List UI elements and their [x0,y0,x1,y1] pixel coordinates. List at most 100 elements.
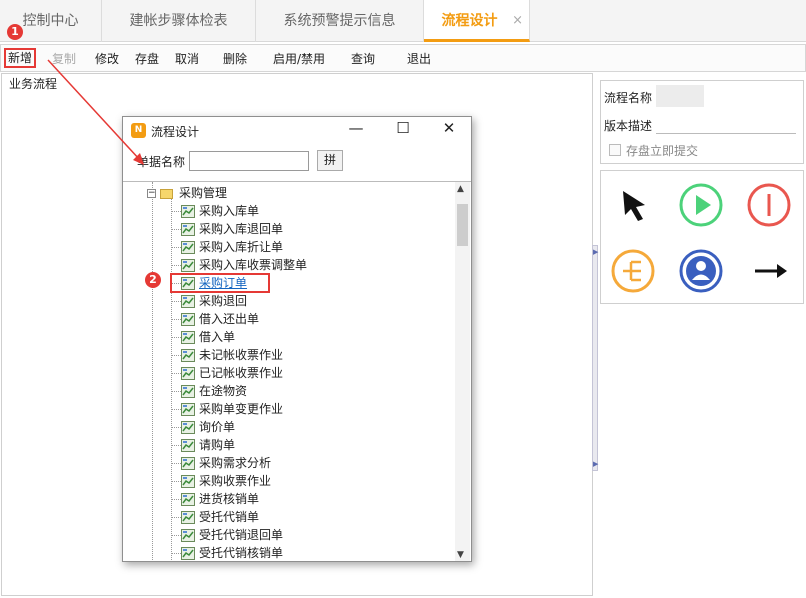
tab-setup-checklist[interactable]: 建帐步骤体检表 [102,0,256,42]
tab-label: 流程设计 [441,13,498,29]
toolbar: 新增 复制 修改 存盘 取消 删除 启用/禁用 查询 退出 [0,44,806,72]
folder-icon [160,188,173,199]
document-icon [181,475,195,488]
tree-item[interactable]: 受托代销单 [171,508,307,526]
tree-item[interactable]: 受托代销退回单 [171,526,307,544]
add-button[interactable]: 新增 [4,48,37,68]
dialog-title: 流程设计 [151,125,200,139]
end-stop-icon[interactable] [745,181,793,229]
tree-item[interactable]: 采购入库折让单 [171,238,307,256]
scrollbar-thumb[interactable] [457,204,468,246]
node-tool-palette [600,170,804,304]
tree-item-label: 采购收票作业 [199,474,272,488]
tree-item[interactable]: 采购收票作业 [171,472,307,490]
scroll-down-icon[interactable]: ▼ [457,550,464,560]
tree-item[interactable]: 在途物资 [171,382,307,400]
tree-root-label: 采购管理 [179,186,228,200]
tree-item-list: 采购入库单采购入库退回单采购入库折让单 采购入库收票调整单采购订单采购退回借入还出… [170,202,307,561]
document-icon [181,259,195,272]
splitter-arrow-icon: ▶ [593,248,599,256]
tree-item[interactable]: 未记帐收票作业 [171,346,307,364]
tree-item[interactable]: 请购单 [171,436,307,454]
modify-button[interactable]: 修改 [95,49,119,69]
step-badge-2: 2 [145,272,161,288]
process-design-dialog: N 流程设计 — ☐ ✕ 单据名称 拼 − 采购管理 采购入库单 采购入库退回单 采购… [122,116,472,562]
document-icon [181,493,195,506]
start-play-icon[interactable] [677,181,725,229]
splitter-arrow-icon: ▶ [593,460,599,468]
flow-name-label: 流程名称 [604,91,653,105]
tree-item-label: 询价单 [199,420,236,434]
tab-system-alerts[interactable]: 系统预警提示信息 [256,0,424,42]
tree-item[interactable]: 采购退回 [171,292,307,310]
document-icon [181,439,195,452]
connector-arrow-icon[interactable] [745,247,793,295]
copy-button[interactable]: 复制 [52,49,76,69]
document-icon [181,277,195,290]
document-icon [181,403,195,416]
version-desc-input[interactable] [656,133,796,134]
document-icon [181,547,195,560]
version-desc-label: 版本描述 [604,119,653,133]
document-icon [181,241,195,254]
tree-item-label: 进货核销单 [199,492,260,506]
document-icon [181,529,195,542]
document-icon [181,511,195,524]
collapse-icon[interactable]: − [147,189,156,198]
branch-icon[interactable] [609,247,657,295]
flow-name-input[interactable] [656,85,704,107]
tab-process-design[interactable]: 流程设计 × [424,0,530,42]
tree-item[interactable]: 采购单变更作业 [171,400,307,418]
doc-name-input[interactable] [189,151,309,171]
tree-item-label: 请购单 [199,438,236,452]
document-icon [181,457,195,470]
tab-close-icon[interactable]: × [512,0,523,42]
tree-item-label: 采购入库退回单 [199,222,284,236]
tree-item[interactable]: 借入单 [171,328,307,346]
pointer-arrow-icon[interactable] [609,181,657,229]
scroll-up-icon[interactable]: ▲ [457,184,464,194]
tree-item-label: 采购退回 [199,294,248,308]
document-icon [181,223,195,236]
tree-item[interactable]: 进货核销单 [171,490,307,508]
document-tree: − 采购管理 采购入库单 采购入库退回单 采购入库折让单 采购入库收票调整单 采购订单 采购… [123,181,471,561]
tree-scrollbar[interactable]: ▲ ▼ [455,182,470,561]
submit-on-save-checkbox[interactable] [609,144,621,156]
tree-item[interactable]: 询价单 [171,418,307,436]
document-icon [181,313,195,326]
save-button[interactable]: 存盘 [135,49,159,69]
document-icon [181,205,195,218]
tree-item[interactable]: 已记帐收票作业 [171,364,307,382]
tree-item[interactable]: 借入还出单 [171,310,307,328]
document-icon [181,385,195,398]
tree-node-purchase-management[interactable]: − 采购管理 [147,184,227,202]
tree-item-label: 采购入库单 [199,204,260,218]
tree-item-label: 受托代销单 [199,510,260,524]
tree-item[interactable]: 采购需求分析 [171,454,307,472]
tree-item-label: 受托代销退回单 [199,528,284,542]
tree-item[interactable]: 采购入库退回单 [171,220,307,238]
tree-item[interactable]: 受托代销核销单 [171,544,307,561]
close-icon[interactable]: ✕ [434,119,464,141]
cancel-button[interactable]: 取消 [175,49,199,69]
document-icon [181,421,195,434]
delete-button[interactable]: 删除 [223,49,247,69]
minimize-icon[interactable]: — [341,119,371,141]
exit-button[interactable]: 退出 [407,49,431,69]
tree-item[interactable]: 采购入库单 [171,202,307,220]
step-badge-1: 1 [7,24,23,40]
tree-item[interactable]: 采购入库收票调整单 [171,256,307,274]
query-button[interactable]: 查询 [351,49,375,69]
tree-item[interactable]: 采购订单 [170,273,270,293]
document-icon [181,349,195,362]
panel-splitter[interactable]: ▶ ▶ [592,245,598,471]
tree-item-label: 在途物资 [199,384,248,398]
enable-disable-button[interactable]: 启用/禁用 [273,49,325,69]
maximize-icon[interactable]: ☐ [388,119,418,141]
user-node-icon[interactable] [677,247,725,295]
pinyin-button[interactable]: 拼 [317,150,343,171]
flow-properties-panel: 流程名称 版本描述 存盘立即提交 [600,80,804,164]
tree-item-label: 采购需求分析 [199,456,272,470]
tree-item-label: 采购订单 [199,276,248,290]
tree-item-label: 借入还出单 [199,312,260,326]
